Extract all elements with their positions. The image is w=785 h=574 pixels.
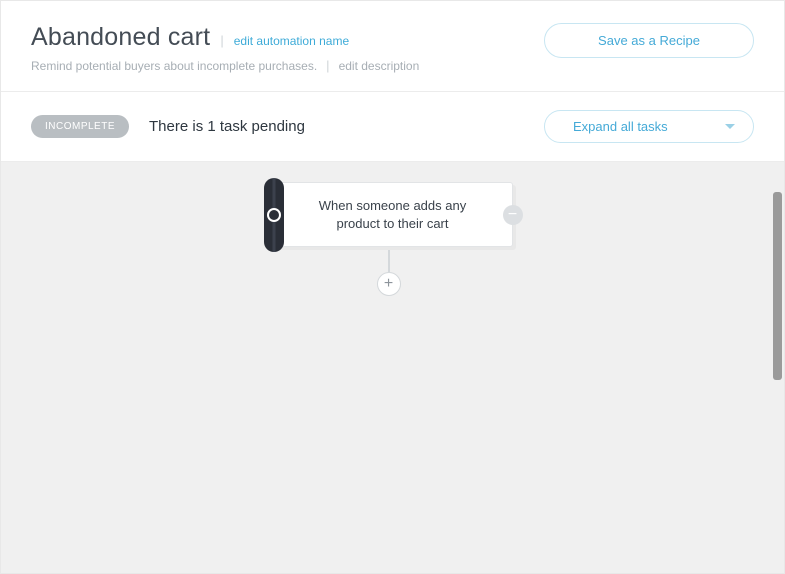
separator: |	[326, 58, 329, 73]
page-title: Abandoned cart	[31, 23, 210, 52]
trigger-card[interactable]: When someone adds any product to their c…	[273, 182, 513, 247]
automation-description: Remind potential buyers about incomplete…	[31, 59, 317, 73]
automation-editor: Abandoned cart | edit automation name Re…	[0, 0, 785, 574]
header-left: Abandoned cart | edit automation name Re…	[31, 23, 544, 73]
save-recipe-button[interactable]: Save as a Recipe	[544, 23, 754, 58]
minus-icon: −	[508, 207, 517, 223]
workflow-canvas[interactable]: When someone adds any product to their c…	[1, 162, 784, 546]
expand-tasks-label: Expand all tasks	[573, 119, 668, 134]
expand-tasks-button[interactable]: Expand all tasks	[544, 110, 754, 143]
trigger-text: When someone adds any product to their c…	[319, 198, 466, 231]
subtitle-row: Remind potential buyers about incomplete…	[31, 58, 544, 73]
pending-tasks-text: There is 1 task pending	[149, 118, 544, 135]
separator: |	[220, 33, 223, 48]
header: Abandoned cart | edit automation name Re…	[1, 1, 784, 92]
remove-node-button[interactable]: −	[503, 205, 523, 225]
chevron-down-icon	[725, 124, 735, 129]
connector-line	[388, 250, 390, 272]
status-bar: INCOMPLETE There is 1 task pending Expan…	[1, 92, 784, 162]
edit-description-link[interactable]: edit description	[339, 59, 420, 73]
edit-name-link[interactable]: edit automation name	[234, 34, 349, 48]
trigger-icon	[264, 178, 284, 252]
status-badge: INCOMPLETE	[31, 115, 129, 138]
add-step-button[interactable]: +	[377, 272, 401, 296]
title-row: Abandoned cart | edit automation name	[31, 23, 544, 52]
scrollbar-thumb[interactable]	[773, 192, 782, 380]
plus-icon: +	[384, 276, 393, 292]
trigger-node[interactable]: When someone adds any product to their c…	[273, 182, 513, 247]
